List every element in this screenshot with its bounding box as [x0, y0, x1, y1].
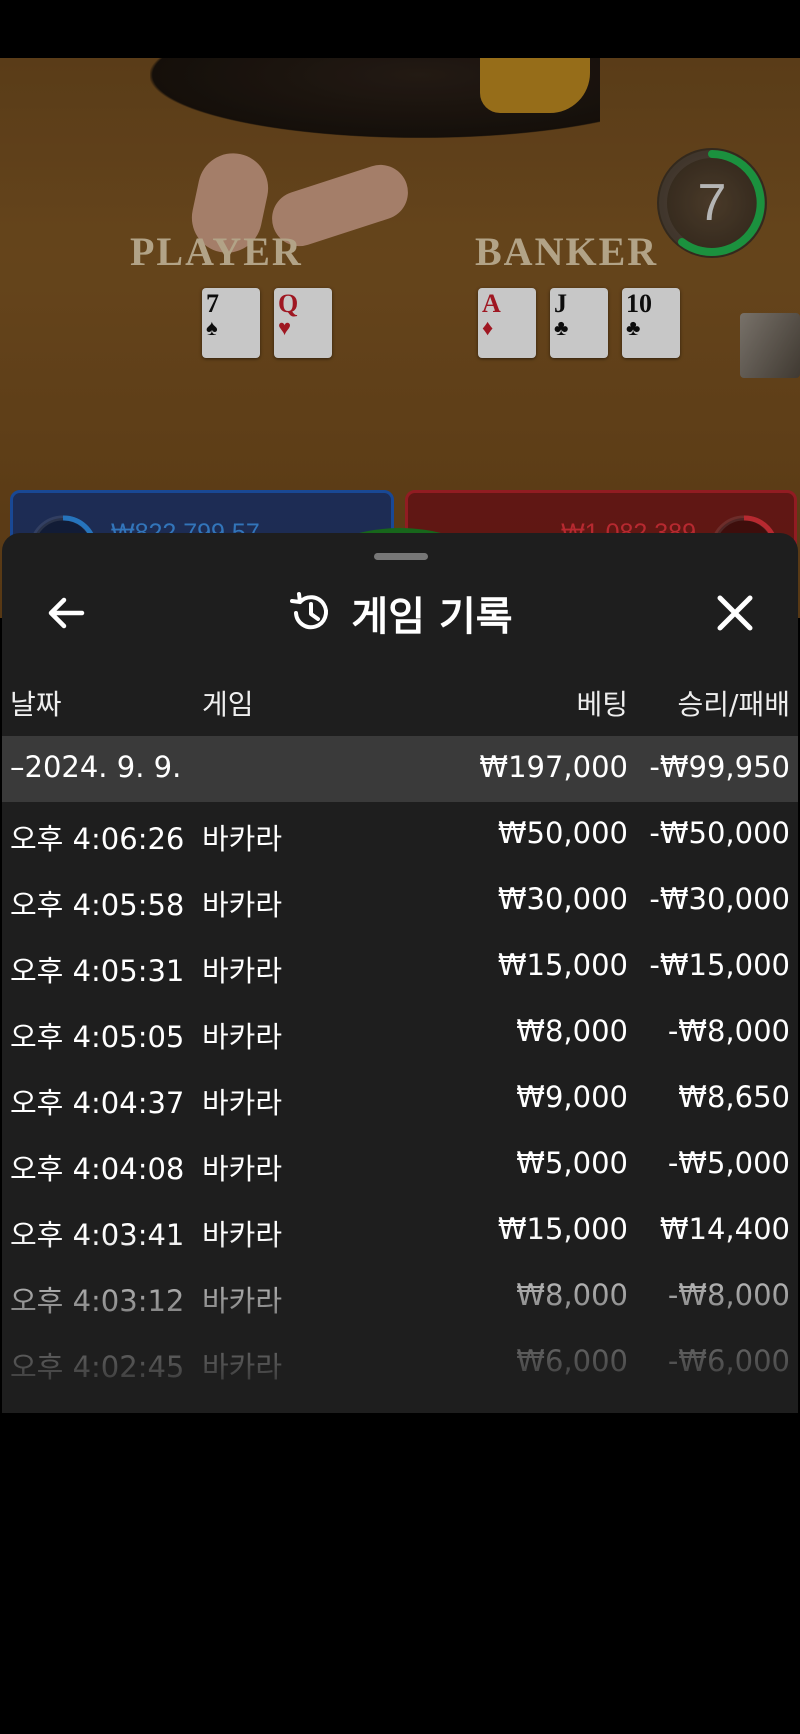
column-date: 날짜 [10, 688, 62, 721]
row-result: -₩50,000 [649, 816, 790, 850]
row-bet: ₩50,000 [497, 816, 628, 850]
row-game: 바카라 [202, 1020, 283, 1054]
row-time: 오후 4:05:05 [10, 1020, 185, 1054]
close-button[interactable] [710, 588, 760, 638]
history-row[interactable]: 오후 4:04:08 바카라 ₩5,000 -₩5,000 [2, 1132, 798, 1198]
history-row[interactable]: 오후 4:05:31 바카라 ₩15,000 -₩15,000 [2, 934, 798, 1000]
close-icon [717, 595, 753, 631]
column-result: 승리/패배 [677, 688, 790, 721]
row-time: 오후 4:04:08 [10, 1152, 185, 1186]
row-result: -₩8,000 [667, 1014, 790, 1048]
history-row[interactable]: 오후 4:04:37 바카라 ₩9,000 ₩8,650 [2, 1066, 798, 1132]
row-game: 바카라 [202, 954, 283, 988]
row-game: 바카라 [202, 822, 283, 856]
row-result: -₩5,000 [667, 1146, 790, 1180]
row-time: 오후 4:06:26 [10, 822, 185, 856]
panel-header: 게임 기록 [2, 585, 798, 641]
table-header: 날짜 게임 베팅 승리/패배 [2, 683, 798, 723]
date-group-bet-total: ₩197,000 [479, 750, 628, 784]
history-icon [290, 592, 329, 630]
row-game: 바카라 [202, 1152, 283, 1186]
row-bet: ₩15,000 [497, 948, 628, 982]
column-game: 게임 [202, 688, 254, 721]
history-row[interactable]: 오후 4:06:26 바카라 ₩50,000 -₩50,000 [2, 802, 798, 868]
column-bet: 베팅 [576, 688, 628, 721]
panel-title: 게임 기록 [351, 594, 513, 640]
row-time: 오후 4:05:31 [10, 954, 185, 988]
row-bet: ₩5,000 [516, 1146, 628, 1180]
row-result: ₩8,650 [678, 1080, 790, 1114]
history-row[interactable]: 오후 4:05:05 바카라 ₩8,000 -₩8,000 [2, 1000, 798, 1066]
date-group-row[interactable]: –2024. 9. 9. ₩197,000 -₩99,950 [2, 736, 798, 802]
row-game: 바카라 [202, 888, 283, 922]
drag-handle[interactable] [374, 553, 428, 560]
row-game: 바카라 [202, 1086, 283, 1120]
row-bet: ₩9,000 [516, 1080, 628, 1114]
list-fade [2, 1233, 798, 1413]
game-history-panel: 게임 기록 날짜 게임 베팅 승리/패배 –2024. 9. 9. ₩197,0… [2, 533, 798, 1413]
date-group-result-total: -₩99,950 [649, 750, 790, 784]
date-group-label: –2024. 9. 9. [10, 750, 182, 784]
row-bet: ₩30,000 [497, 882, 628, 916]
row-time: 오후 4:04:37 [10, 1086, 185, 1120]
history-row[interactable]: 오후 4:05:58 바카라 ₩30,000 -₩30,000 [2, 868, 798, 934]
row-result: -₩30,000 [649, 882, 790, 916]
row-time: 오후 4:05:58 [10, 888, 185, 922]
row-result: -₩15,000 [649, 948, 790, 982]
row-bet: ₩8,000 [516, 1014, 628, 1048]
